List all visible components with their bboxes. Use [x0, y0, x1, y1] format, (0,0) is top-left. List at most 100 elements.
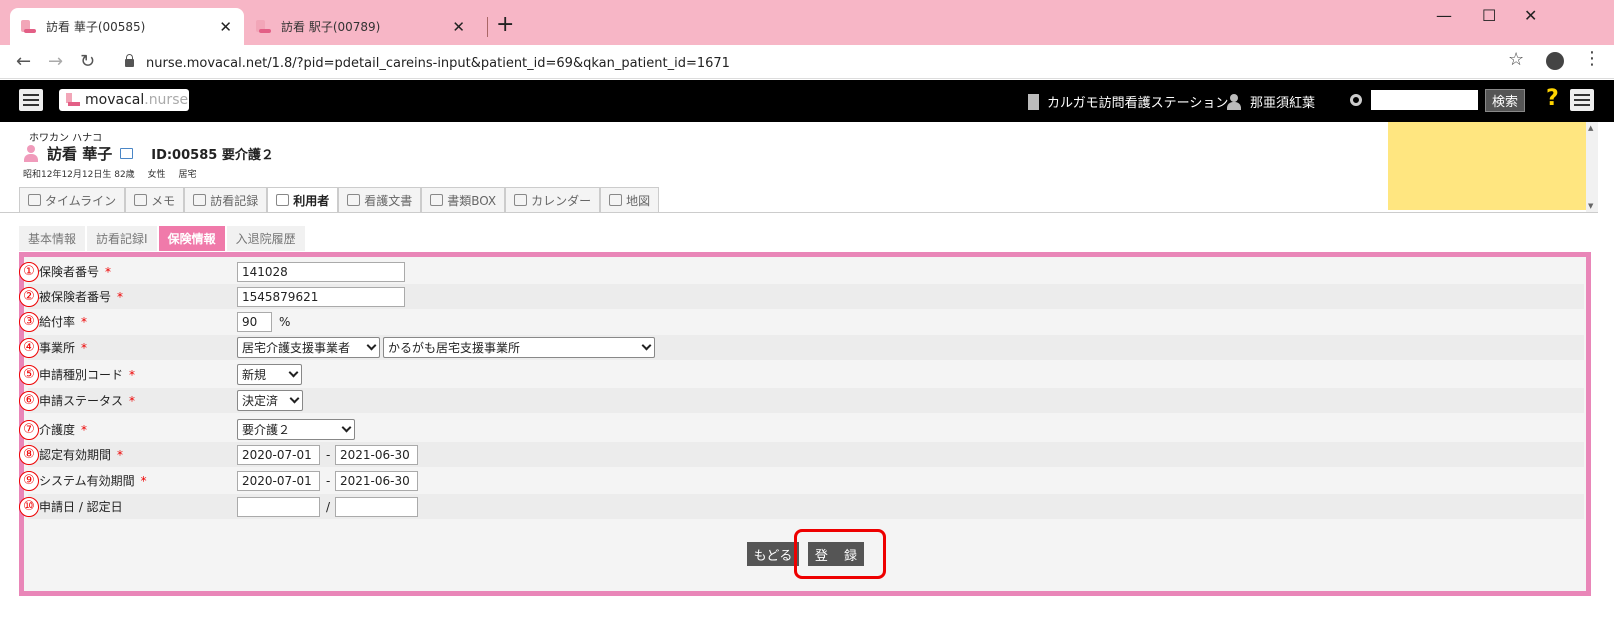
tab-nursing-docs[interactable]: 看護文書 [338, 187, 422, 212]
minimize-button[interactable]: — [1436, 6, 1452, 25]
card-icon[interactable] [120, 148, 134, 159]
logo-sub: nurse [148, 92, 189, 108]
search-icon [1350, 94, 1362, 106]
address-bar: ← → ↻ nurse.movacal.net/1.8/?pid=pdetail… [0, 45, 1614, 79]
favicon-icon [20, 19, 36, 35]
subtab-visit-record[interactable]: 訪看記録I [87, 226, 157, 251]
tab-user[interactable]: 利用者 [267, 187, 339, 212]
box-icon [430, 194, 444, 206]
browser-tab[interactable]: 訪看 駅子(00789) ✕ [245, 8, 477, 45]
browser-menu-icon[interactable]: ⋮ [1583, 48, 1601, 69]
insured-number-input[interactable]: 1545879621 [237, 286, 405, 307]
subtab-admission-history[interactable]: 入退院履歴 [226, 226, 305, 251]
patient-kana: ホワカン ハナコ [29, 133, 103, 144]
range-separator: - [326, 473, 331, 488]
patient-residence: 居宅 [178, 170, 197, 180]
new-tab-button[interactable]: + [496, 12, 514, 37]
subtab-insurance[interactable]: 保険情報 [158, 226, 225, 251]
cert-start-input[interactable]: 2020-07-01 [237, 444, 320, 465]
app-header: movacal. nurse カルガモ訪問看護ステーション 那亜須紅葉 検索 ? [0, 80, 1614, 122]
back-arrow-icon[interactable]: ← [16, 51, 31, 72]
row-number: ⑤ [19, 364, 39, 385]
form-row-cert-period: ⑧ 認定有効期間 * 2020-07-01 - 2021-06-30 [19, 442, 1584, 467]
tab-separator [487, 17, 488, 37]
browser-tab-title: 訪看 駅子(00789) [281, 20, 381, 34]
back-button[interactable]: もどる [747, 542, 799, 566]
insurance-form: ① 保険者番号 * 141028 ② 被保険者番号 * 1545879621 ③ 給… [19, 252, 1591, 596]
system-end-input[interactable]: 2021-06-30 [335, 470, 418, 491]
help-icon[interactable]: ? [1546, 86, 1559, 111]
application-type-select[interactable]: 新規 [237, 364, 302, 385]
calendar-icon [514, 194, 528, 206]
subtab-basic-info[interactable]: 基本情報 [19, 226, 86, 251]
tab-map[interactable]: 地図 [600, 187, 660, 212]
form-row-application-status: ⑥ 申請ステータス * 決定済 [19, 388, 1584, 413]
url-field[interactable]: nurse.movacal.net/1.8/?pid=pdetail_carei… [115, 51, 1515, 75]
field-label: 被保険者番号 * [39, 290, 124, 304]
field-label: 申請種別コード * [39, 368, 136, 382]
tab-timeline[interactable]: タイムライン [19, 187, 126, 212]
certification-date-input[interactable] [335, 496, 418, 517]
row-number: ② [19, 286, 39, 307]
app-menu-icon[interactable] [1570, 89, 1594, 111]
field-label: 認定有効期間 * [39, 448, 124, 462]
row-number: ④ [19, 337, 39, 358]
form-row-benefit-rate: ③ 給付率 * 90 % [19, 309, 1584, 334]
search-input[interactable] [1371, 90, 1478, 110]
office-type-select[interactable]: 居宅介護支援事業者 [237, 337, 380, 358]
scrollbar[interactable]: ▲ ▼ [1586, 122, 1598, 212]
app-logo[interactable]: movacal. nurse [59, 89, 189, 111]
patient-birth: 昭和12年12月12日生 82歳 [23, 170, 135, 180]
logo-brand: movacal [85, 92, 145, 108]
maximize-button[interactable]: ☐ [1482, 6, 1496, 25]
search-button[interactable]: 検索 [1485, 89, 1525, 112]
row-number: ⑦ [19, 419, 39, 440]
close-icon[interactable]: ✕ [219, 18, 232, 36]
menu-icon[interactable] [19, 89, 43, 111]
tab-doc-box[interactable]: 書類BOX [421, 187, 506, 212]
reload-icon[interactable]: ↻ [80, 51, 95, 72]
browser-tab-active[interactable]: 訪看 華子(00585) ✕ [10, 8, 244, 45]
bookmark-star-icon[interactable]: ☆ [1508, 49, 1524, 70]
chevron-down-icon [341, 422, 352, 433]
profile-icon[interactable] [1546, 52, 1564, 70]
user-icon [1226, 93, 1242, 110]
timeline-icon [28, 194, 41, 206]
patient-id: ID:00585 要介護２ [151, 148, 274, 163]
id-card-icon [276, 194, 290, 206]
tab-memo[interactable]: メモ [125, 187, 185, 212]
chevron-down-icon [289, 393, 300, 404]
form-row-system-period: ⑨ システム有効期間 * 2020-07-01 - 2021-06-30 [19, 468, 1584, 493]
office-name-select[interactable]: かるがも居宅支援事業所 [383, 337, 655, 358]
station-name: カルガモ訪問看護ステーション [1028, 92, 1228, 111]
lock-icon [125, 54, 134, 67]
divider [0, 212, 1598, 213]
station-label: カルガモ訪問看護ステーション [1047, 96, 1229, 111]
benefit-rate-input[interactable]: 90 [237, 311, 272, 332]
field-label: 申請ステータス * [39, 394, 136, 408]
row-number: ⑨ [19, 470, 39, 491]
forward-arrow-icon[interactable]: → [48, 51, 63, 72]
cert-end-input[interactable]: 2021-06-30 [335, 444, 418, 465]
window-close-button[interactable]: ✕ [1524, 6, 1537, 25]
url-text: nurse.movacal.net/1.8/?pid=pdetail_carei… [146, 55, 730, 71]
range-separator: - [326, 447, 331, 462]
application-status-select[interactable]: 決定済 [237, 390, 303, 411]
row-number: ⑩ [19, 496, 39, 517]
close-icon[interactable]: ✕ [452, 18, 465, 36]
date-separator: / [326, 499, 331, 514]
tab-calendar[interactable]: カレンダー [505, 187, 601, 212]
document-icon [193, 194, 207, 206]
chevron-down-icon [366, 340, 377, 351]
patient-header: 訪看 華子 ID:00585 要介護２ [23, 143, 274, 164]
insurer-number-input[interactable]: 141028 [237, 261, 405, 282]
system-start-input[interactable]: 2020-07-01 [237, 470, 320, 491]
tab-visit-record[interactable]: 訪看記録 [184, 187, 268, 212]
row-number: ⑥ [19, 390, 39, 411]
care-level-select[interactable]: 要介護２ [237, 419, 355, 440]
chevron-down-icon [288, 367, 299, 378]
field-label: 介護度 * [39, 423, 88, 437]
field-label: システム有効期間 * [39, 474, 147, 488]
application-date-input[interactable] [237, 496, 320, 517]
pdf-icon [347, 194, 361, 206]
